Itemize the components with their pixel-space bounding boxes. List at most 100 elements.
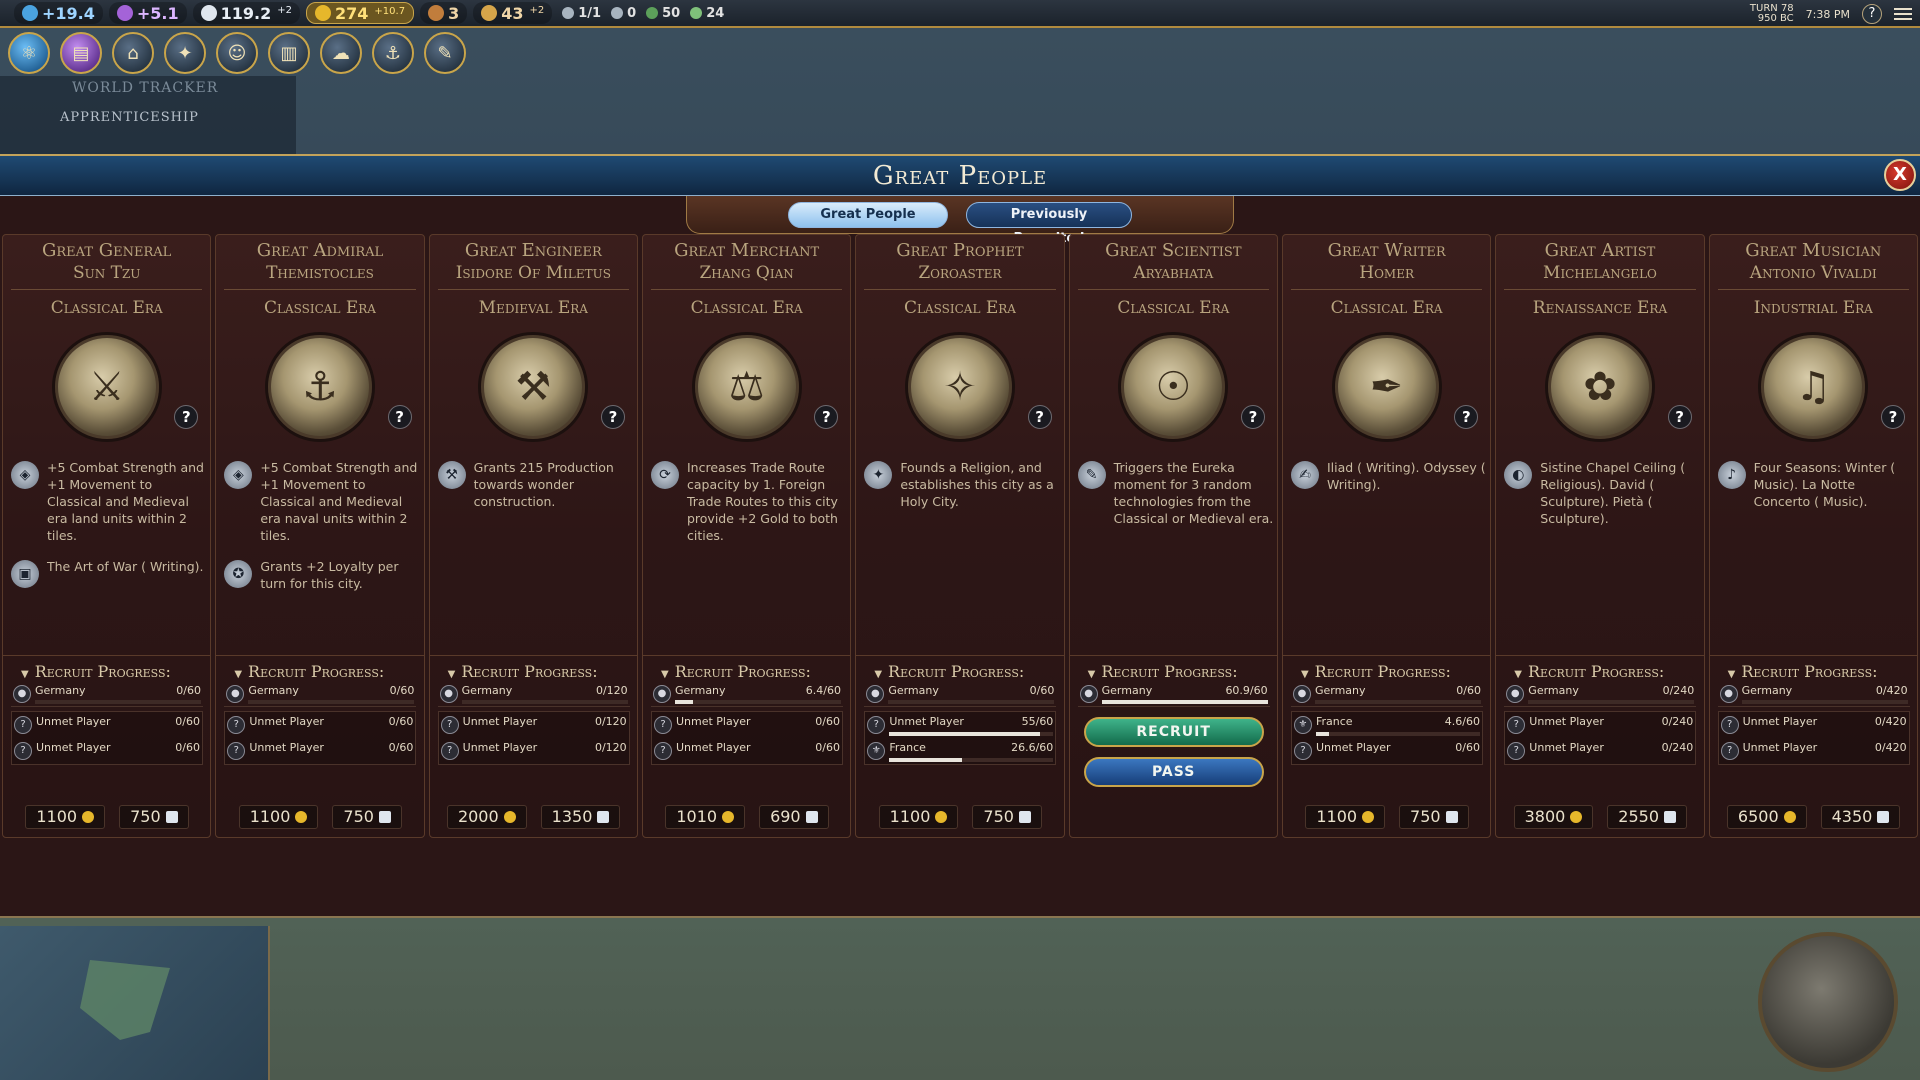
faith-patronage-button[interactable]: 750 <box>1399 805 1469 829</box>
unknown-civ-icon: ? <box>1720 716 1739 734</box>
musician-portrait-icon: ♫ <box>1761 335 1866 439</box>
gold-patronage-button[interactable]: 3800 <box>1513 805 1594 829</box>
espionage-icon[interactable]: ✎ <box>424 32 466 74</box>
recruit-button[interactable]: RECRUIT <box>1083 717 1264 747</box>
card-type: Great Merchant <box>674 240 820 261</box>
great-people-icon[interactable]: ☺ <box>216 32 258 74</box>
faith-patronage-button[interactable]: 750 <box>119 805 189 829</box>
gold-icon <box>1570 811 1583 823</box>
card-type: Great Admiral <box>256 240 384 261</box>
government-icon[interactable]: ⌂ <box>112 32 154 74</box>
recruit-progress-header[interactable]: Recruit Progress: <box>429 655 638 681</box>
strategic-resource-3[interactable]: 24 <box>690 6 724 21</box>
progress-row: ● Germany 0/120 <box>437 683 630 707</box>
card-type: Great Artist <box>1544 240 1656 261</box>
gold-yield[interactable]: 274 +10.7 <box>306 2 415 24</box>
strategic-resource-1[interactable]: 0 <box>611 6 636 21</box>
progress-row: ? Unmet Player 0/240 <box>1505 714 1695 738</box>
minimap[interactable] <box>0 926 270 1080</box>
strategic-resource-2[interactable]: 50 <box>646 6 680 21</box>
iron-icon <box>646 7 659 19</box>
science-tree-icon[interactable]: ⚛ <box>8 32 50 74</box>
recruit-progress-header[interactable]: Recruit Progress: <box>1069 655 1278 681</box>
climate-icon[interactable]: ☁ <box>320 32 362 74</box>
info-button[interactable]: ? <box>600 405 625 429</box>
faith-patronage-button[interactable]: 2550 <box>1607 805 1688 829</box>
card-great-musician: Great Musician Antonio Vivaldi Industria… <box>1708 234 1918 838</box>
info-button[interactable]: ? <box>1240 405 1265 429</box>
gold-patronage-button[interactable]: 1010 <box>665 805 746 829</box>
civ-icon: ● <box>1719 685 1738 703</box>
faith-patronage-button[interactable]: 1350 <box>540 805 621 829</box>
top-right-info: TURN 78 950 BC 7:38 PM ? <box>1750 0 1920 28</box>
progress-row: ? Unmet Player 0/60 <box>652 740 842 764</box>
unknown-civ-icon: ? <box>440 716 459 734</box>
faith-patronage-button[interactable]: 4350 <box>1820 805 1901 829</box>
faith-patronage-button[interactable]: 690 <box>759 805 829 829</box>
merchant-portrait-icon: ⚖ <box>694 335 799 439</box>
card-great-artist: Great Artist Michelangelo Renaissance Er… <box>1495 234 1705 838</box>
progress-row: ? Unmet Player 0/120 <box>439 740 629 764</box>
info-button[interactable]: ? <box>1027 405 1052 429</box>
recruit-progress-header[interactable]: Recruit Progress: <box>1282 655 1491 681</box>
civics-tree-icon[interactable]: ▤ <box>60 32 102 74</box>
gold-patronage-button[interactable]: 1100 <box>25 805 106 829</box>
gold-patronage-button[interactable]: 1100 <box>878 805 959 829</box>
card-era: Medieval Era <box>478 298 588 318</box>
progress-row: ? Unmet Player 0/60 <box>225 740 415 764</box>
card-type: Great Musician <box>1745 240 1882 261</box>
recruit-progress-header[interactable]: Recruit Progress: <box>856 655 1065 681</box>
science-yield[interactable]: +19.4 <box>14 2 103 24</box>
help-button[interactable]: ? <box>1862 4 1882 24</box>
progress-row: ? Unmet Player 0/420 <box>1719 740 1909 764</box>
civ-icon: ● <box>1079 685 1098 703</box>
progress-row: ● Germany 6.4/60 <box>650 683 843 707</box>
trade-icon[interactable]: ⚓ <box>372 32 414 74</box>
civ-icon: ● <box>1506 685 1525 703</box>
tab-previously-recruited[interactable]: Previously Recruited <box>966 201 1132 246</box>
card-person-name: Homer <box>1359 263 1414 283</box>
great-people-panel: Great People X Great People Previously R… <box>0 154 1920 918</box>
card-person-name: Sun Tzu <box>72 263 141 283</box>
trade-route-icon <box>562 7 575 19</box>
recruit-progress-header[interactable]: Recruit Progress: <box>1709 655 1918 681</box>
info-button[interactable]: ? <box>1880 405 1905 429</box>
artist-portrait-icon: ✿ <box>1547 335 1652 439</box>
recruit-progress-header[interactable]: Recruit Progress: <box>1496 655 1705 681</box>
unknown-civ-icon: ? <box>1507 716 1526 734</box>
recruit-progress-header[interactable]: Recruit Progress: <box>642 655 851 681</box>
trade-routes[interactable]: 1/1 <box>562 6 601 21</box>
gold-patronage-button[interactable]: 1100 <box>1305 805 1386 829</box>
info-button[interactable]: ? <box>814 405 839 429</box>
info-button[interactable]: ? <box>387 405 412 429</box>
info-button[interactable]: ? <box>1667 405 1692 429</box>
culture-yield[interactable]: +5.1 <box>108 2 187 24</box>
close-button[interactable]: X <box>1884 159 1916 191</box>
gold-patronage-button[interactable]: 2000 <box>446 805 527 829</box>
faith-yield[interactable]: 119.2 +2 <box>192 2 300 24</box>
card-person-name: Themistocles <box>266 263 374 283</box>
faith-patronage-button[interactable]: 750 <box>332 805 402 829</box>
menu-icon[interactable] <box>1894 8 1912 20</box>
religion-icon[interactable]: ✦ <box>164 32 206 74</box>
recruit-progress-header[interactable]: Recruit Progress: <box>3 655 211 681</box>
tourism-icon <box>428 5 445 21</box>
world-tracker[interactable]: WORLD TRACKER APPRENTICESHIP <box>0 76 296 154</box>
great-works-icon[interactable]: ▥ <box>268 32 310 74</box>
tourism-yield[interactable]: 3 <box>420 2 468 24</box>
gold-patronage-button[interactable]: 1100 <box>238 805 319 829</box>
faith-patronage-button[interactable]: 750 <box>972 805 1042 829</box>
unit-portrait[interactable] <box>1758 932 1898 1072</box>
card-person-name: Michelangelo <box>1543 263 1657 283</box>
progress-row: ● Germany 60.9/60 <box>1077 683 1270 707</box>
progress-row: ● Germany 0/60 <box>864 683 1057 707</box>
progress-row: ? Unmet Player 0/60 <box>12 714 202 738</box>
favor-yield[interactable]: 43 +2 <box>473 2 553 24</box>
pass-button[interactable]: PASS <box>1083 757 1264 787</box>
recruit-progress-header[interactable]: Recruit Progress: <box>216 655 425 681</box>
info-button[interactable]: ? <box>174 405 199 429</box>
card-era: Classical Era <box>690 298 803 318</box>
info-button[interactable]: ? <box>1454 405 1479 429</box>
gold-patronage-button[interactable]: 6500 <box>1726 805 1807 829</box>
tab-great-people[interactable]: Great People <box>788 201 948 228</box>
